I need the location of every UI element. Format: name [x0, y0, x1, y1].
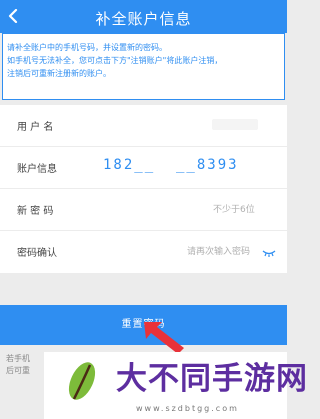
page-title: 补全账户信息	[95, 10, 192, 28]
notice-box: 请补全账户中的手机号码，并设置新的密码。 如手机号无法补全，您可点击下方"注销账…	[2, 33, 285, 100]
leaf-logo-icon	[68, 362, 96, 400]
new-password-input[interactable]: 不少于6位	[213, 202, 255, 215]
header-bar: 补全账户信息	[0, 0, 287, 33]
account-info-row: 账户信息 182__ __8393	[0, 147, 287, 189]
confirm-password-row[interactable]: 密码确认 请再次输入密码	[0, 231, 287, 273]
account-info-label: 账户信息	[17, 164, 57, 175]
watermark-title: 大不同手游网	[116, 361, 308, 397]
new-password-row[interactable]: 新 密 码 不少于6位	[0, 189, 287, 231]
new-password-label: 新 密 码	[17, 206, 54, 217]
watermark-banner: 大不同手游网 www.szdbtgg.com	[44, 352, 307, 419]
username-label: 用 户 名	[17, 122, 54, 133]
confirm-password-label: 密码确认	[17, 248, 57, 259]
confirm-password-input[interactable]: 请再次输入密码	[187, 244, 250, 257]
notice-line: 请补全账户中的手机号码，并设置新的密码。	[7, 43, 167, 52]
notice-line: 如手机号无法补全，您可点击下方"注销账户"将此账户注销，	[7, 56, 223, 65]
tip-line: 若手机	[6, 354, 30, 363]
bottom-tip: 若手机 后可重	[6, 353, 30, 377]
username-row: 用 户 名	[0, 105, 287, 147]
username-value-blurred	[212, 119, 258, 130]
phone-number-value: 182__ __8393	[103, 157, 239, 173]
tip-line: 后可重	[6, 366, 30, 375]
notice-line: 注销后可重新注册新的账户。	[7, 69, 111, 78]
password-visibility-icon[interactable]	[262, 244, 276, 258]
pointer-arrow-icon	[144, 322, 184, 354]
watermark-url: www.szdbtgg.com	[136, 404, 239, 413]
account-form: 用 户 名 账户信息 182__ __8393 新 密 码 不少于6位 密码确认…	[0, 105, 287, 273]
